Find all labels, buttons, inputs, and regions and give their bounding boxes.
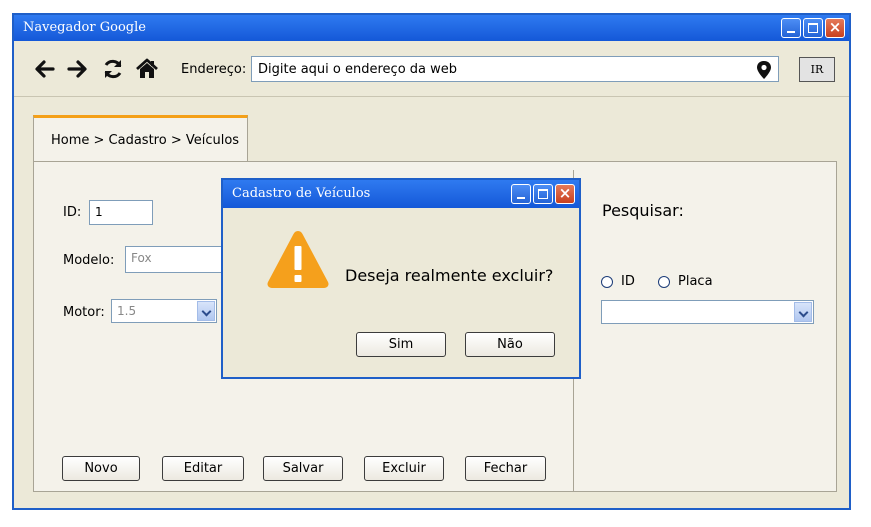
modelo-value: Fox	[131, 251, 152, 265]
window-controls: ×	[781, 18, 845, 38]
close-button[interactable]: ×	[825, 18, 845, 38]
browser-toolbar: Endereço: Digite aqui o endereço da web …	[14, 41, 849, 97]
close-icon: ×	[558, 184, 572, 202]
maximize-icon	[538, 189, 548, 199]
maximize-icon	[808, 23, 818, 33]
radio-placa-label: Placa	[678, 274, 713, 289]
window-titlebar[interactable]: Navegador Google ×	[14, 15, 849, 41]
novo-button[interactable]: Novo	[62, 456, 140, 481]
dialog-maximize-button[interactable]	[533, 184, 553, 204]
dialog-minimize-button[interactable]	[511, 184, 531, 204]
chevron-down-icon[interactable]	[794, 302, 812, 322]
dialog-close-button[interactable]: ×	[555, 184, 575, 204]
dialog-title: Cadastro de Veículos	[232, 186, 371, 201]
home-icon[interactable]	[135, 57, 159, 81]
search-select[interactable]	[601, 300, 814, 324]
editar-button[interactable]: Editar	[162, 456, 244, 481]
fechar-button[interactable]: Fechar	[465, 456, 546, 481]
close-icon: ×	[828, 18, 842, 36]
refresh-icon[interactable]	[101, 57, 125, 81]
location-pin-icon[interactable]	[756, 60, 772, 80]
address-placeholder: Digite aqui o endereço da web	[258, 62, 458, 77]
go-button[interactable]: IR	[799, 57, 835, 82]
address-input[interactable]: Digite aqui o endereço da web	[251, 56, 779, 82]
motor-select[interactable]: 1.5	[111, 299, 217, 323]
id-value: 1	[95, 205, 103, 219]
radio-id-label: ID	[621, 274, 635, 289]
search-title: Pesquisar:	[602, 201, 684, 220]
address-label: Endereço:	[181, 62, 247, 77]
minimize-icon	[517, 197, 525, 199]
minimize-icon	[787, 31, 795, 33]
excluir-button[interactable]: Excluir	[364, 456, 444, 481]
minimize-button[interactable]	[781, 18, 801, 38]
back-arrow-icon[interactable]	[32, 57, 56, 81]
sim-button[interactable]: Sim	[356, 332, 446, 357]
id-field[interactable]: 1	[89, 200, 153, 225]
confirm-dialog: Cadastro de Veículos × Deseja realmente …	[221, 178, 581, 379]
chevron-down-icon[interactable]	[197, 301, 215, 321]
window-title: Navegador Google	[23, 20, 146, 35]
id-label: ID:	[63, 205, 82, 220]
motor-label: Motor:	[63, 305, 105, 320]
dialog-titlebar[interactable]: Cadastro de Veículos ×	[223, 180, 579, 208]
motor-value: 1.5	[117, 304, 137, 318]
breadcrumb: Home > Cadastro > Veículos	[51, 133, 240, 148]
nao-button[interactable]: Não	[465, 332, 555, 357]
modelo-field[interactable]: Fox	[125, 246, 225, 273]
modelo-label: Modelo:	[63, 253, 115, 268]
radio-placa[interactable]	[658, 276, 670, 288]
warning-icon	[267, 231, 329, 288]
maximize-button[interactable]	[803, 18, 823, 38]
tab-breadcrumb[interactable]: Home > Cadastro > Veículos	[33, 115, 248, 162]
dialog-controls: ×	[511, 184, 575, 204]
forward-arrow-icon[interactable]	[66, 57, 90, 81]
dialog-message: Deseja realmente excluir?	[345, 266, 554, 285]
salvar-button[interactable]: Salvar	[263, 456, 343, 481]
radio-id[interactable]	[601, 276, 613, 288]
